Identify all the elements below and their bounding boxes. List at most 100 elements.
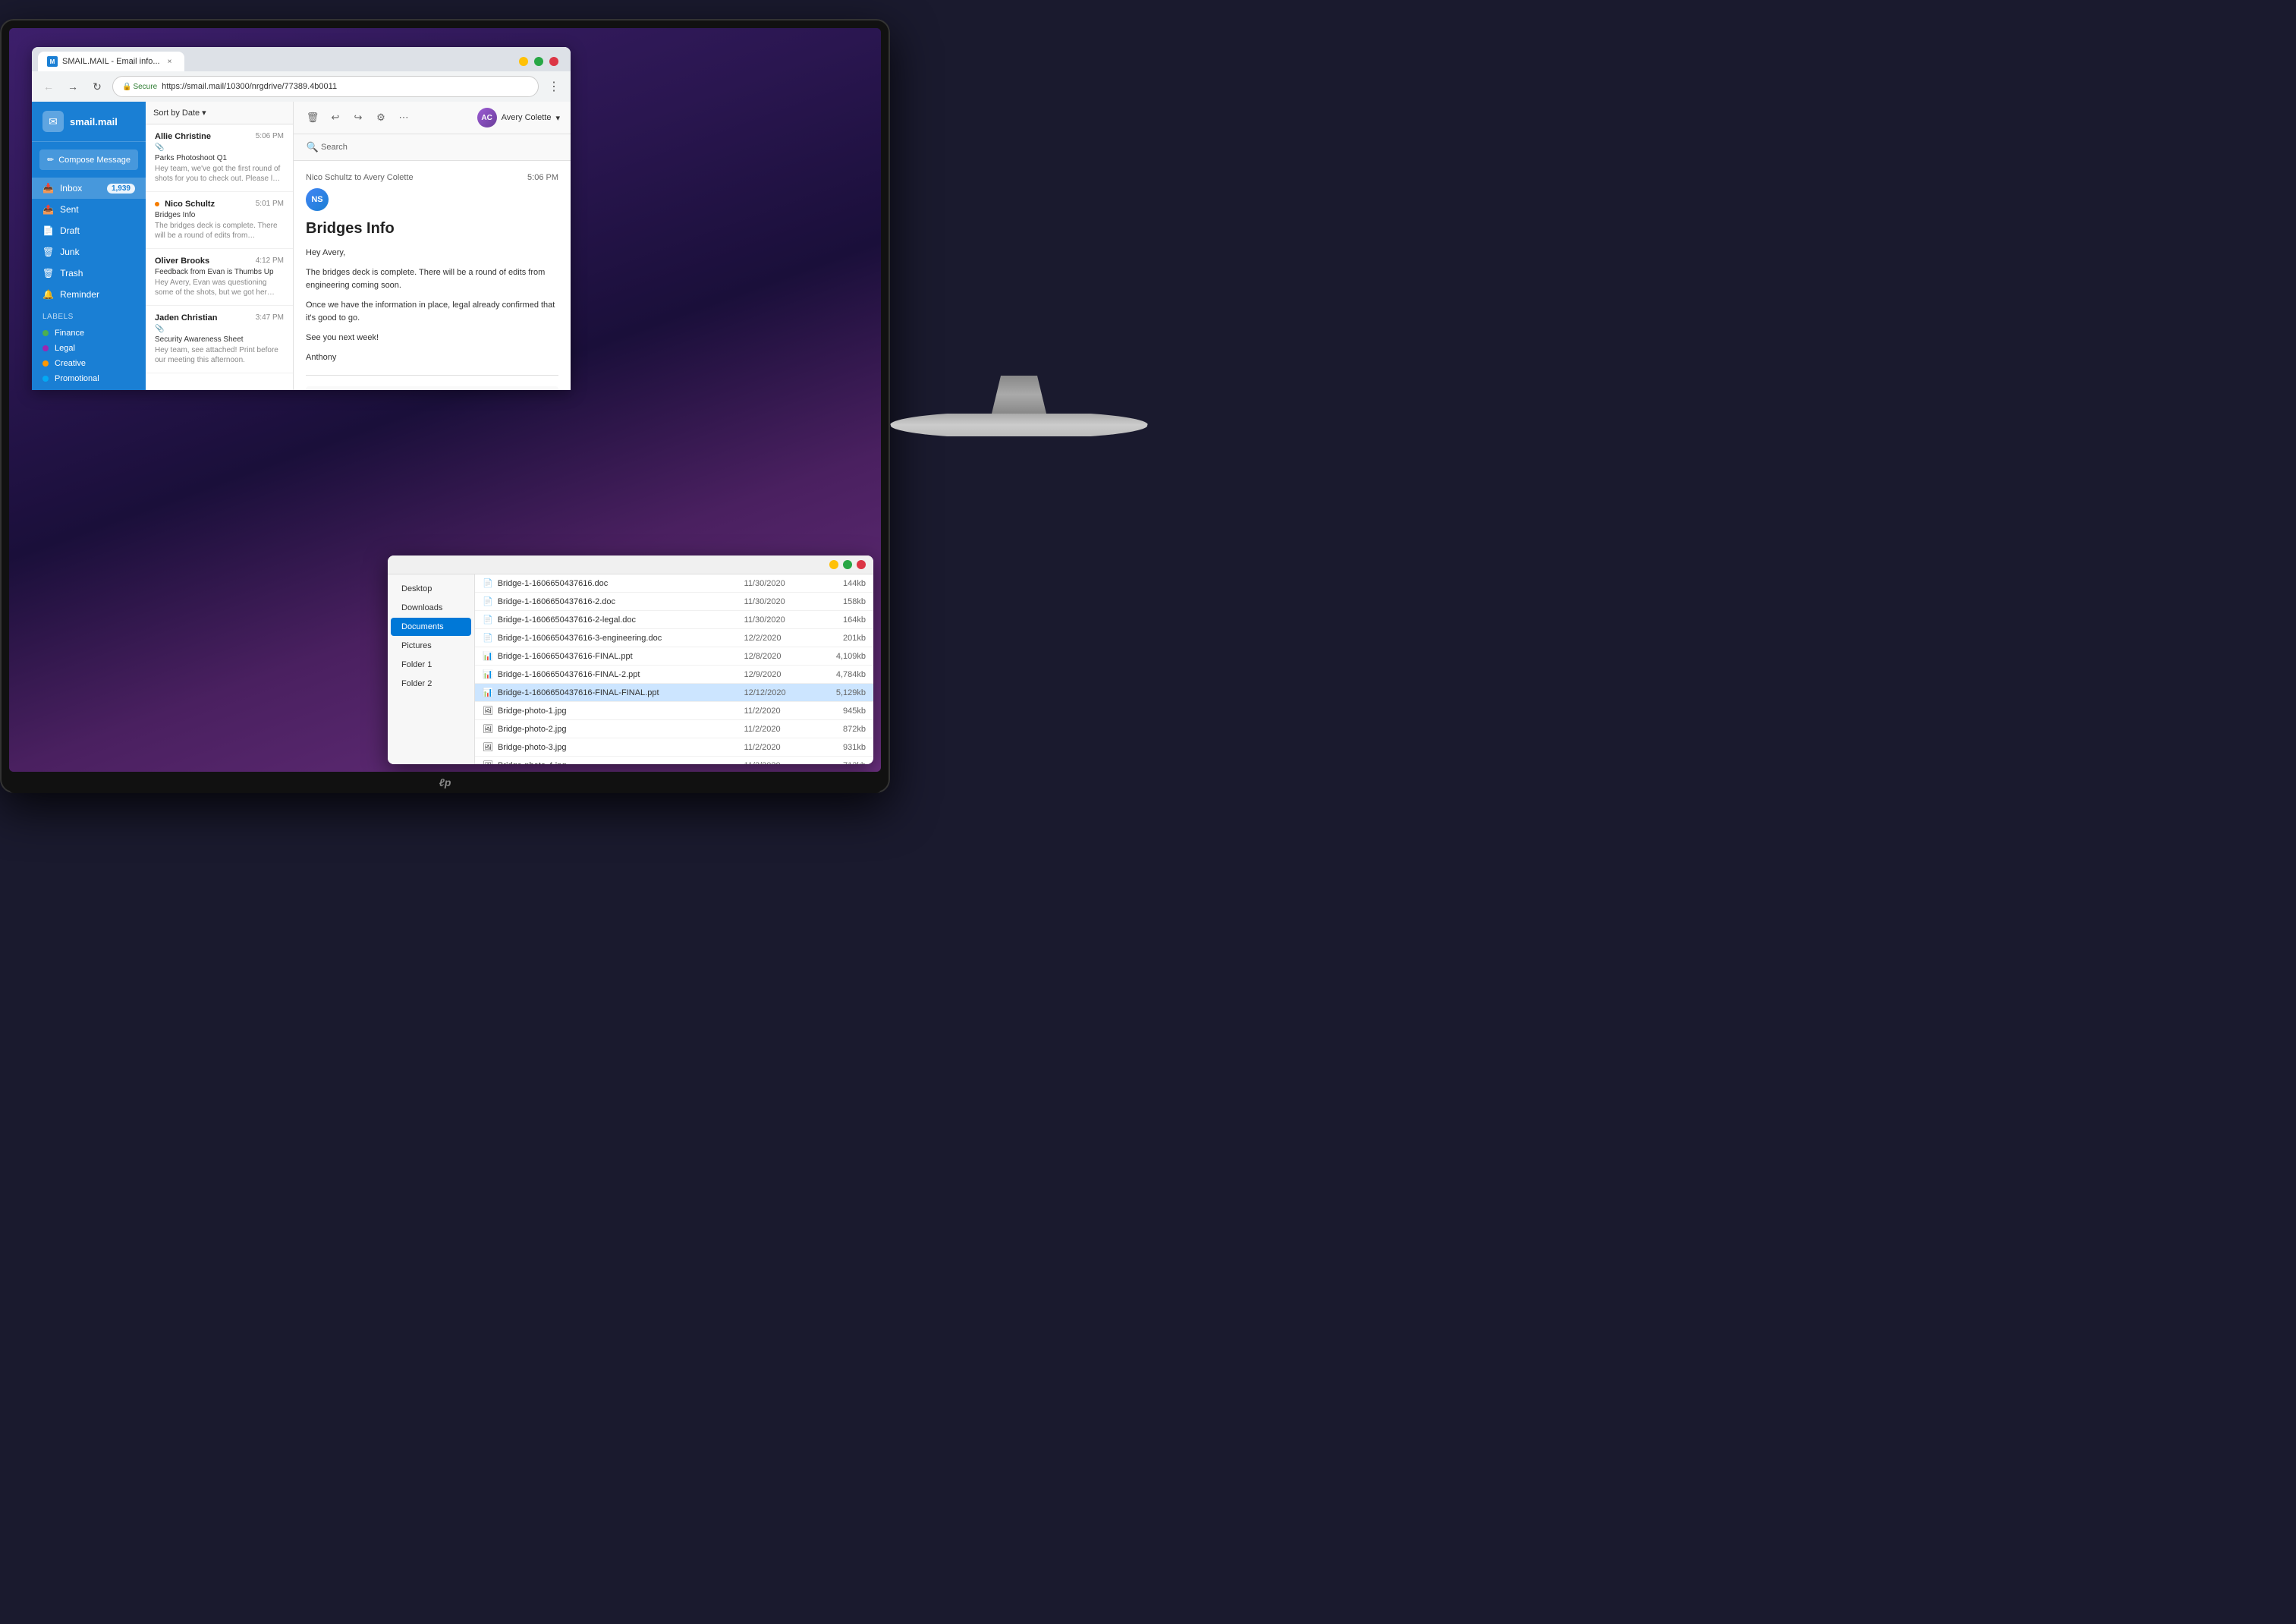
file-row[interactable]: 📄 Bridge-1-1606650437616-2-legal.doc 11/… <box>475 611 873 629</box>
tab-favicon: M <box>47 56 58 67</box>
user-area[interactable]: AC Avery Colette ▾ <box>477 108 560 127</box>
email-divider <box>306 375 558 376</box>
sidebar-item-junk[interactable]: 🗑 Junk <box>32 241 146 263</box>
browser-tab[interactable]: M SMAIL.MAIL - Email info... × <box>38 52 184 71</box>
file-name-cell: 📊 Bridge-1-1606650437616-FINAL-2.ppt <box>475 666 737 683</box>
secure-badge: 🔒 Secure <box>122 83 157 91</box>
address-bar[interactable]: 🔒 Secure https://smail.mail/10300/nrgdri… <box>112 76 539 97</box>
refresh-button[interactable]: ↻ <box>88 77 106 96</box>
browser-tab-bar: M SMAIL.MAIL - Email info... × − □ × <box>32 47 571 71</box>
more-toolbar-button[interactable]: ⋯ <box>395 109 412 126</box>
email-time-3: 3:47 PM <box>256 313 284 322</box>
draft-label: Draft <box>60 225 80 236</box>
junk-label: Junk <box>60 247 79 257</box>
label-legal[interactable]: Legal <box>42 341 135 356</box>
content-toolbar: 🗑 ↩ ↪ ⚙ ⋯ AC Avery Colette ▾ <box>294 102 571 134</box>
promotional-dot <box>42 376 49 382</box>
file-type-icon: 📄 <box>483 615 493 625</box>
email-item-3-header: Jaden Christian 3:47 PM <box>155 313 284 323</box>
back-button[interactable]: ← <box>39 77 58 96</box>
file-manager-window: Desktop Downloads Documents Pictures Fol… <box>388 555 873 764</box>
file-type-icon: 📊 <box>483 669 493 679</box>
attachment-icon-0: 📎 <box>155 143 164 152</box>
sidebar-item-trash[interactable]: 🗑 Trash <box>32 263 146 284</box>
fm-sidebar-desktop[interactable]: Desktop <box>391 580 471 598</box>
file-size: 713kb <box>813 757 873 765</box>
fm-sidebar-pictures[interactable]: Pictures <box>391 637 471 655</box>
labels-section: Labels Finance Legal Creative <box>32 305 146 390</box>
file-row[interactable]: 🖼 Bridge-photo-1.jpg 11/2/2020 945kb <box>475 702 873 720</box>
file-size: 931kb <box>813 738 873 757</box>
finance-label: Finance <box>55 329 84 338</box>
sent-icon: 📤 <box>42 204 54 215</box>
file-name: Bridge-photo-2.jpg <box>498 725 567 734</box>
email-subject-2: Feedback from Evan is Thumbs Up <box>155 268 284 276</box>
creative-dot <box>42 360 49 367</box>
delete-toolbar-button[interactable]: 🗑 <box>304 109 321 126</box>
search-icon-btn[interactable]: 🔍 <box>304 139 321 156</box>
sort-chevron-icon: ▾ <box>202 108 206 118</box>
maximize-button[interactable]: □ <box>534 57 543 66</box>
mail-logo: ✉ smail.mail <box>32 102 146 142</box>
label-creative[interactable]: Creative <box>42 356 135 371</box>
file-size: 945kb <box>813 702 873 720</box>
file-row[interactable]: 🖼 Bridge-photo-4.jpg 11/2/2020 713kb <box>475 757 873 765</box>
email-preview-3: Hey team, see attached! Print before our… <box>155 345 284 365</box>
sort-button[interactable]: Sort by Date ▾ <box>153 108 206 118</box>
sidebar-item-reminder[interactable]: 🔔 Reminder <box>32 284 146 305</box>
fm-sidebar-documents[interactable]: Documents <box>391 618 471 636</box>
email-subject-3: Security Awareness Sheet <box>155 335 284 344</box>
email-preview-0: Hey team, we've got the first round of s… <box>155 164 284 184</box>
tab-close-btn[interactable]: × <box>165 56 175 67</box>
sidebar-item-draft[interactable]: 📄 Draft <box>32 220 146 241</box>
legal-label: Legal <box>55 344 75 353</box>
fm-close-btn[interactable] <box>857 560 866 569</box>
undo-toolbar-button[interactable]: ↩ <box>327 109 344 126</box>
file-name: Bridge-1-1606650437616-FINAL.ppt <box>498 652 633 661</box>
file-size: 201kb <box>813 629 873 647</box>
file-name: Bridge-1-1606650437616-3-engineering.doc <box>498 634 662 643</box>
email-body-line-2: See you next week! <box>306 332 558 345</box>
file-row[interactable]: 📄 Bridge-1-1606650437616.doc 11/30/2020 … <box>475 574 873 593</box>
label-finance[interactable]: Finance <box>42 326 135 341</box>
file-type-icon: 🖼 <box>483 760 493 764</box>
tab-label: SMAIL.MAIL - Email info... <box>62 57 160 66</box>
legal-dot <box>42 345 49 351</box>
file-manager-titlebar <box>388 555 873 574</box>
monitor-bottom-bar: ℓp <box>9 772 881 793</box>
forward-button[interactable]: → <box>64 77 82 96</box>
file-row[interactable]: 🖼 Bridge-photo-2.jpg 11/2/2020 872kb <box>475 720 873 738</box>
label-promotional[interactable]: Promotional <box>42 371 135 386</box>
file-row[interactable]: 📊 Bridge-1-1606650437616-FINAL-2.ppt 12/… <box>475 666 873 684</box>
email-item-0[interactable]: Allie Christine 5:06 PM 📎 Parks Photosho… <box>146 124 293 192</box>
browser-menu-button[interactable]: ⋮ <box>545 77 563 96</box>
file-row[interactable]: 📄 Bridge-1-1606650437616-2.doc 11/30/202… <box>475 593 873 611</box>
sidebar-item-inbox[interactable]: 📥 Inbox 1,939 <box>32 178 146 199</box>
email-3-icons: 📎 <box>155 325 284 333</box>
compose-button[interactable]: ✏ Compose Message <box>39 149 138 170</box>
sidebar-item-sent[interactable]: 📤 Sent <box>32 199 146 220</box>
email-list: Sort by Date ▾ Allie Christine 5:06 PM 📎 <box>146 102 294 390</box>
inbox-icon: 📥 <box>42 183 54 194</box>
email-item-1-header: Nico Schultz 5:01 PM <box>155 200 284 209</box>
fm-sidebar-folder2[interactable]: Folder 2 <box>391 675 471 693</box>
fm-sidebar-downloads[interactable]: Downloads <box>391 599 471 617</box>
inbox-label: Inbox <box>60 183 82 194</box>
file-row[interactable]: 📊 Bridge-1-1606650437616-FINAL.ppt 12/8/… <box>475 647 873 666</box>
fm-minimize-btn[interactable] <box>829 560 838 569</box>
fm-sidebar-folder1[interactable]: Folder 1 <box>391 656 471 674</box>
file-row[interactable]: 📊 Bridge-1-1606650437616-FINAL-FINAL.ppt… <box>475 684 873 702</box>
email-sender-0: Allie Christine <box>155 132 211 141</box>
close-button[interactable]: × <box>549 57 558 66</box>
minimize-button[interactable]: − <box>519 57 528 66</box>
redo-toolbar-button[interactable]: ↪ <box>350 109 366 126</box>
email-item-1[interactable]: Nico Schultz 5:01 PM Bridges Info The br… <box>146 192 293 249</box>
email-item-2[interactable]: Oliver Brooks 4:12 PM Feedback from Evan… <box>146 249 293 306</box>
label-social[interactable]: Social <box>42 386 135 390</box>
settings-toolbar-button[interactable]: ⚙ <box>373 109 389 126</box>
fm-maximize-btn[interactable] <box>843 560 852 569</box>
email-item-3[interactable]: Jaden Christian 3:47 PM 📎 Security Aware… <box>146 306 293 373</box>
trash-label: Trash <box>60 268 83 279</box>
file-row[interactable]: 🖼 Bridge-photo-3.jpg 11/2/2020 931kb <box>475 738 873 757</box>
file-row[interactable]: 📄 Bridge-1-1606650437616-3-engineering.d… <box>475 629 873 647</box>
